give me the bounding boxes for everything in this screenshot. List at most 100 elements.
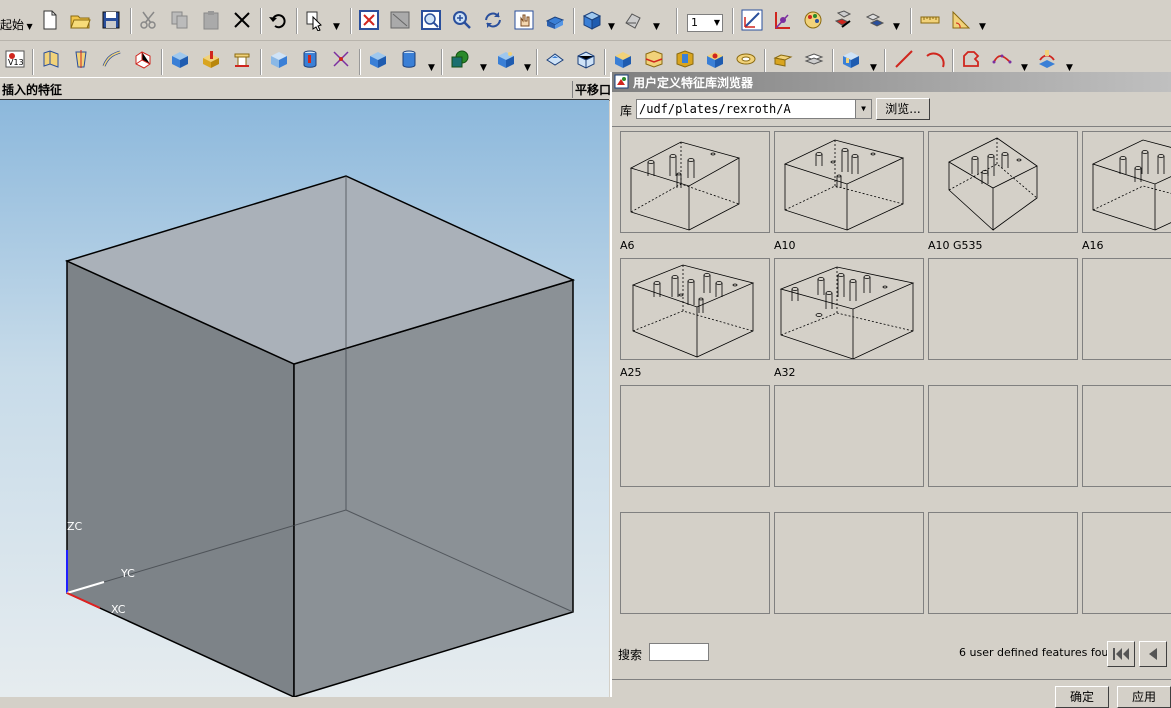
feature-label: A10 (774, 239, 796, 252)
feature-label: A10 G535 (928, 239, 983, 252)
feature-thumbnail-a10[interactable] (774, 131, 924, 233)
blend-icon[interactable] (493, 46, 519, 72)
edit-object-display-icon[interactable] (830, 7, 856, 33)
boss-icon[interactable] (198, 46, 224, 72)
status-prompt: 插入的特征 (2, 83, 63, 97)
zoom-window-icon[interactable] (387, 7, 413, 33)
measure-angle-icon[interactable] (948, 7, 974, 33)
datum-csys-icon[interactable] (328, 46, 354, 72)
xc-label: XC (111, 603, 126, 616)
cylinder-feature-icon[interactable] (297, 46, 323, 72)
cube-model[interactable] (0, 100, 609, 697)
new-file-icon[interactable] (37, 7, 63, 33)
sew-icon[interactable] (801, 46, 827, 72)
ok-button[interactable]: 确定 (1055, 686, 1109, 708)
box-solid-icon[interactable] (365, 46, 391, 72)
cube-feature-icon[interactable] (266, 46, 292, 72)
spline-icon[interactable] (989, 46, 1015, 72)
empty-thumbnail (620, 385, 770, 487)
cut-icon[interactable] (136, 7, 162, 33)
status-message: 平移口 (572, 81, 611, 98)
extrude-icon[interactable] (38, 46, 64, 72)
select-filter-icon[interactable] (302, 7, 328, 33)
feature-thumbnail-a10-g535[interactable] (928, 131, 1078, 233)
feature-label: A32 (774, 366, 796, 379)
rotate-icon[interactable] (480, 7, 506, 33)
dialog-title: 用户定义特征库浏览器 (633, 76, 754, 90)
empty-thumbnail (1082, 512, 1171, 614)
udf-browser-icon (614, 74, 629, 89)
copy-icon[interactable] (167, 7, 193, 33)
dialog-title-bar[interactable]: 用户定义特征库浏览器 (612, 72, 1171, 92)
feature-thumbnail-a6[interactable] (620, 131, 770, 233)
line-icon[interactable] (891, 46, 917, 72)
sketch-icon[interactable] (958, 46, 984, 72)
search-label: 搜索 (618, 648, 643, 662)
cylinder-solid-icon[interactable] (396, 46, 422, 72)
empty-thumbnail (620, 512, 770, 614)
delete-icon[interactable] (229, 7, 255, 33)
undo-icon[interactable] (265, 7, 291, 33)
sweep-icon[interactable] (99, 46, 125, 72)
arc-icon[interactable] (922, 46, 948, 72)
empty-thumbnail (928, 258, 1078, 360)
feature-thumbnail-a16[interactable] (1082, 131, 1171, 233)
thicken-icon[interactable] (733, 46, 759, 72)
split-body-icon[interactable] (672, 46, 698, 72)
library-path-select[interactable]: /udf/plates/rexroth/A ▼ (636, 99, 872, 119)
draft-icon[interactable] (610, 46, 636, 72)
save-icon[interactable] (98, 7, 124, 33)
palette-icon[interactable] (800, 7, 826, 33)
chevron-down-icon[interactable]: ▼ (855, 100, 871, 118)
graphics-viewport[interactable]: ZC YC XC (0, 100, 609, 697)
work-layer-select[interactable]: 1 ▼ (687, 14, 723, 32)
feature-label: A6 (620, 239, 635, 252)
tube-icon[interactable] (130, 46, 156, 72)
previous-page-button[interactable] (1139, 641, 1167, 667)
offset-face-icon[interactable] (702, 46, 728, 72)
browse-button[interactable]: 浏览... (876, 98, 930, 120)
main-toolbar: 起始 ▼ ▼ ▼ ▼ 1 ▼ ▼ ▼ (0, 0, 1171, 41)
wcs-display-icon[interactable] (739, 7, 765, 33)
block-icon[interactable] (167, 46, 193, 72)
start-menu[interactable]: 起始 ▼ (0, 16, 33, 33)
empty-thumbnail (774, 512, 924, 614)
empty-thumbnail (928, 385, 1078, 487)
nx-version-icon[interactable]: V13 (2, 46, 28, 72)
first-page-button[interactable] (1107, 641, 1135, 667)
udf-library-icon[interactable] (838, 46, 864, 72)
chamfer-icon[interactable] (542, 46, 568, 72)
feature-label: A25 (620, 366, 642, 379)
wcs-orient-icon[interactable] (769, 7, 795, 33)
feature-label: A16 (1082, 239, 1104, 252)
curve-on-surface-icon[interactable] (1034, 46, 1060, 72)
shaded-view-icon[interactable] (579, 7, 605, 33)
empty-thumbnail (928, 512, 1078, 614)
pan-icon[interactable] (511, 7, 537, 33)
show-hide-icon[interactable] (861, 7, 887, 33)
feature-thumbnail-a25[interactable] (620, 258, 770, 360)
zc-label: ZC (67, 520, 83, 533)
paste-icon[interactable] (198, 7, 224, 33)
revolve-icon[interactable] (68, 46, 94, 72)
apply-button[interactable]: 应用 (1117, 686, 1171, 708)
measure-distance-icon[interactable] (917, 7, 943, 33)
fit-view-icon[interactable] (356, 7, 382, 33)
empty-thumbnail (1082, 258, 1171, 360)
camera-view-icon[interactable] (620, 7, 646, 33)
perspective-icon[interactable] (541, 7, 567, 33)
instance-feature-icon[interactable] (770, 46, 796, 72)
zoom-in-out-icon[interactable] (449, 7, 475, 33)
trim-body-icon[interactable] (641, 46, 667, 72)
empty-thumbnail (1082, 385, 1171, 487)
open-folder-icon[interactable] (67, 7, 93, 33)
search-input[interactable] (649, 643, 709, 661)
shell-icon[interactable] (573, 46, 599, 72)
unite-icon[interactable] (447, 46, 473, 72)
pocket-icon[interactable] (229, 46, 255, 72)
feature-thumbnail-a32[interactable] (774, 258, 924, 360)
yc-label: YC (121, 567, 135, 580)
zoom-icon[interactable] (418, 7, 444, 33)
first-page-icon (1113, 648, 1129, 660)
status-bar: 插入的特征 平移口 (0, 77, 611, 101)
